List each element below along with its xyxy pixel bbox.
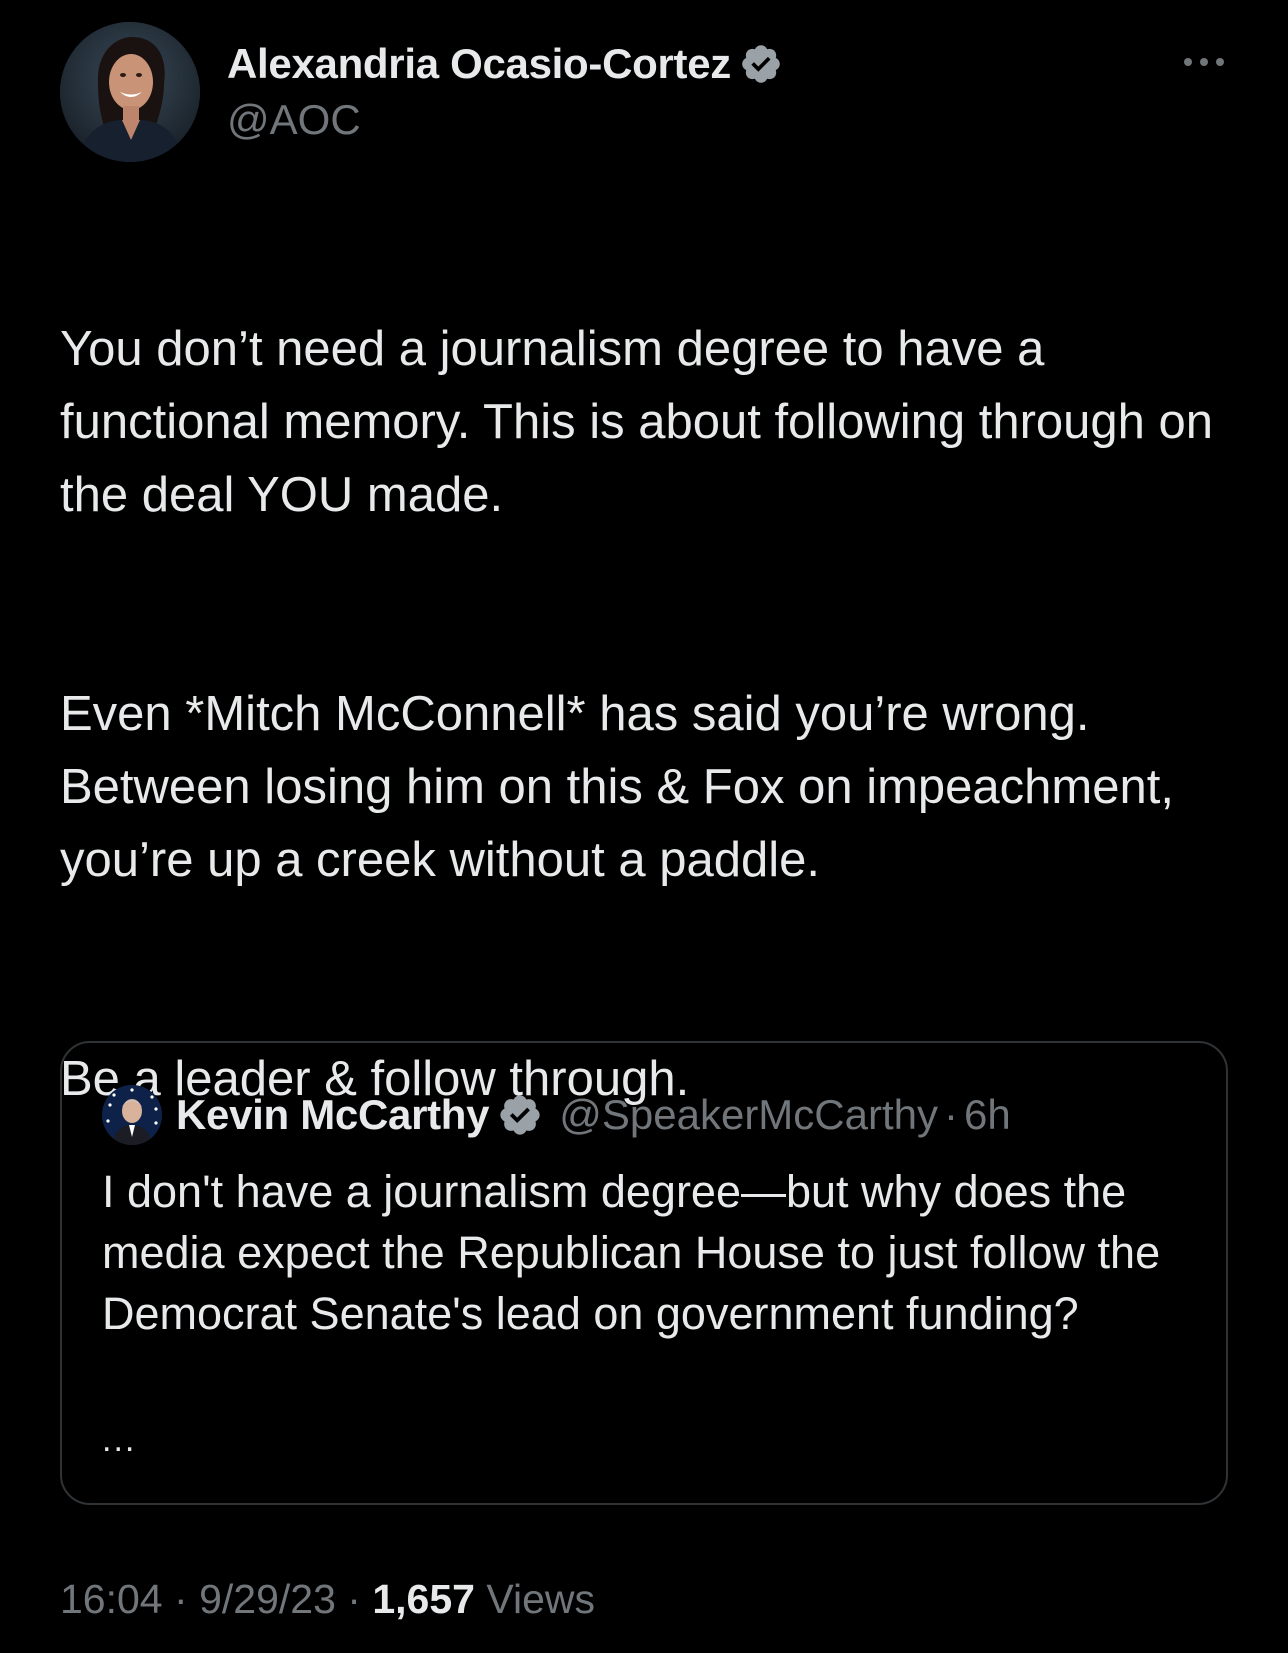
tweet-time[interactable]: 16:04 bbox=[60, 1576, 163, 1622]
author-avatar[interactable] bbox=[60, 22, 200, 162]
meta-separator: · bbox=[347, 1576, 361, 1622]
quoted-author-name[interactable]: Kevin McCarthy bbox=[176, 1091, 490, 1139]
quoted-author-avatar[interactable] bbox=[102, 1085, 162, 1145]
views-label: Views bbox=[486, 1576, 595, 1622]
author-handle[interactable]: @AOC bbox=[227, 96, 361, 144]
tweet-meta: 16:04 · 9/29/23 · 1,657 Views bbox=[60, 1576, 595, 1623]
tweet-date[interactable]: 9/29/23 bbox=[199, 1576, 336, 1622]
quoted-tweet-text: I don't have a journalism degree—but why… bbox=[102, 1166, 1161, 1339]
verified-badge-icon bbox=[500, 1095, 540, 1135]
author-name-row[interactable]: Alexandria Ocasio-Cortez bbox=[227, 36, 783, 92]
quoted-tweet-truncation: ... bbox=[102, 1421, 137, 1459]
views-count[interactable]: 1,657 bbox=[372, 1576, 475, 1622]
author-name[interactable]: Alexandria Ocasio-Cortez bbox=[227, 40, 731, 88]
tweet: Alexandria Ocasio-Cortez @AOC You don’t … bbox=[0, 0, 1288, 1653]
tweet-paragraph: You don’t need a journalism degree to ha… bbox=[60, 322, 1214, 522]
more-horizontal-icon[interactable] bbox=[1180, 42, 1228, 82]
tweet-paragraph: Even *Mitch McConnell* has said you’re w… bbox=[60, 687, 1174, 887]
quoted-separator: · bbox=[944, 1091, 958, 1138]
quoted-tweet-header: Kevin McCarthy @SpeakerMcCarthy · 6h bbox=[102, 1085, 1011, 1145]
meta-separator: · bbox=[174, 1576, 188, 1622]
quoted-tweet-card[interactable]: Kevin McCarthy @SpeakerMcCarthy · 6h I d… bbox=[60, 1041, 1228, 1505]
quoted-timestamp[interactable]: 6h bbox=[964, 1091, 1011, 1139]
verified-badge-icon bbox=[742, 45, 780, 83]
quoted-author-handle[interactable]: @SpeakerMcCarthy bbox=[559, 1091, 938, 1139]
